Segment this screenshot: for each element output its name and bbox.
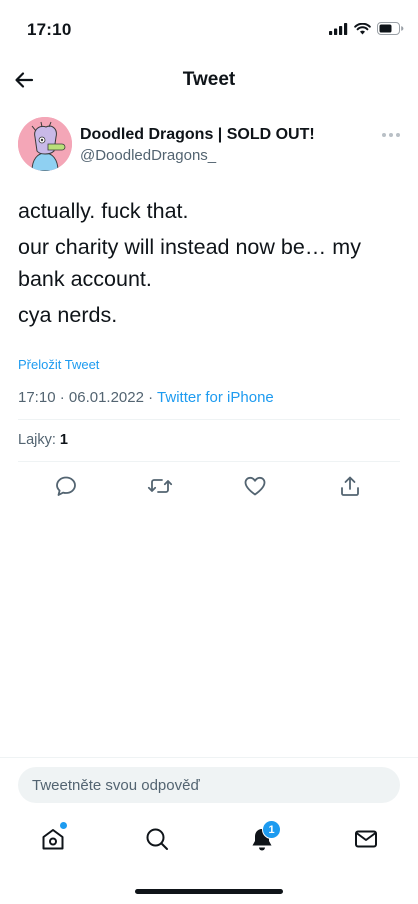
- page-title: Tweet: [182, 69, 236, 90]
- notifications-badge: 1: [262, 820, 281, 839]
- tweet-time: 17:10: [18, 389, 56, 406]
- translate-tweet-link[interactable]: Přeložit Tweet: [18, 357, 99, 372]
- share-button[interactable]: [336, 472, 364, 500]
- tweet-source-link[interactable]: Twitter for iPhone: [157, 389, 274, 406]
- share-icon: [341, 476, 359, 496]
- avatar[interactable]: [18, 117, 72, 171]
- likes-label: Lajky:: [18, 432, 56, 448]
- tweet-text-line: cya nerds.: [18, 303, 118, 327]
- signal-icon: [329, 22, 348, 35]
- tweet-date: 06.01.2022: [68, 389, 144, 406]
- tab-messages[interactable]: [349, 822, 383, 856]
- likes-count[interactable]: Lajky: 1: [18, 432, 68, 448]
- reply-button[interactable]: [52, 472, 80, 500]
- mail-icon: [355, 830, 377, 848]
- meta-separator: ·: [148, 389, 154, 406]
- divider: [18, 419, 400, 420]
- tweet-text-line: actually. fuck that.: [18, 199, 189, 223]
- retweet-button[interactable]: [146, 472, 174, 500]
- home-unread-dot: [60, 822, 67, 829]
- likes-number: 1: [59, 432, 68, 448]
- reply-icon: [56, 476, 76, 496]
- search-icon: [146, 828, 168, 850]
- more-icon: [382, 133, 386, 137]
- retweet-icon: [147, 479, 173, 493]
- status-time: 17:10: [27, 20, 72, 39]
- status-icons: [329, 22, 404, 35]
- more-options-button[interactable]: [380, 128, 402, 142]
- divider: [0, 757, 418, 758]
- home-indicator: [135, 889, 283, 894]
- tweet-text-line: our charity will instead now be… my bank…: [18, 235, 361, 291]
- author-name[interactable]: Doodled Dragons | SOLD OUT!: [80, 126, 315, 144]
- like-button[interactable]: [241, 472, 269, 500]
- dragon-avatar-image: [18, 117, 72, 171]
- wifi-icon: [354, 22, 371, 34]
- tab-search[interactable]: [140, 822, 174, 856]
- divider: [18, 461, 400, 462]
- tab-home[interactable]: [36, 822, 70, 856]
- battery-icon: [377, 22, 404, 35]
- home-icon: [42, 829, 64, 850]
- reply-input[interactable]: Tweetněte svou odpověď: [18, 767, 400, 803]
- like-icon: [244, 476, 266, 496]
- meta-separator: ·: [59, 389, 65, 406]
- author-handle[interactable]: @DoodledDragons_: [80, 147, 216, 164]
- tab-notifications[interactable]: 1: [245, 820, 281, 856]
- tweet-meta: 17:10 · 06.01.2022 · Twitter for iPhone: [18, 389, 274, 406]
